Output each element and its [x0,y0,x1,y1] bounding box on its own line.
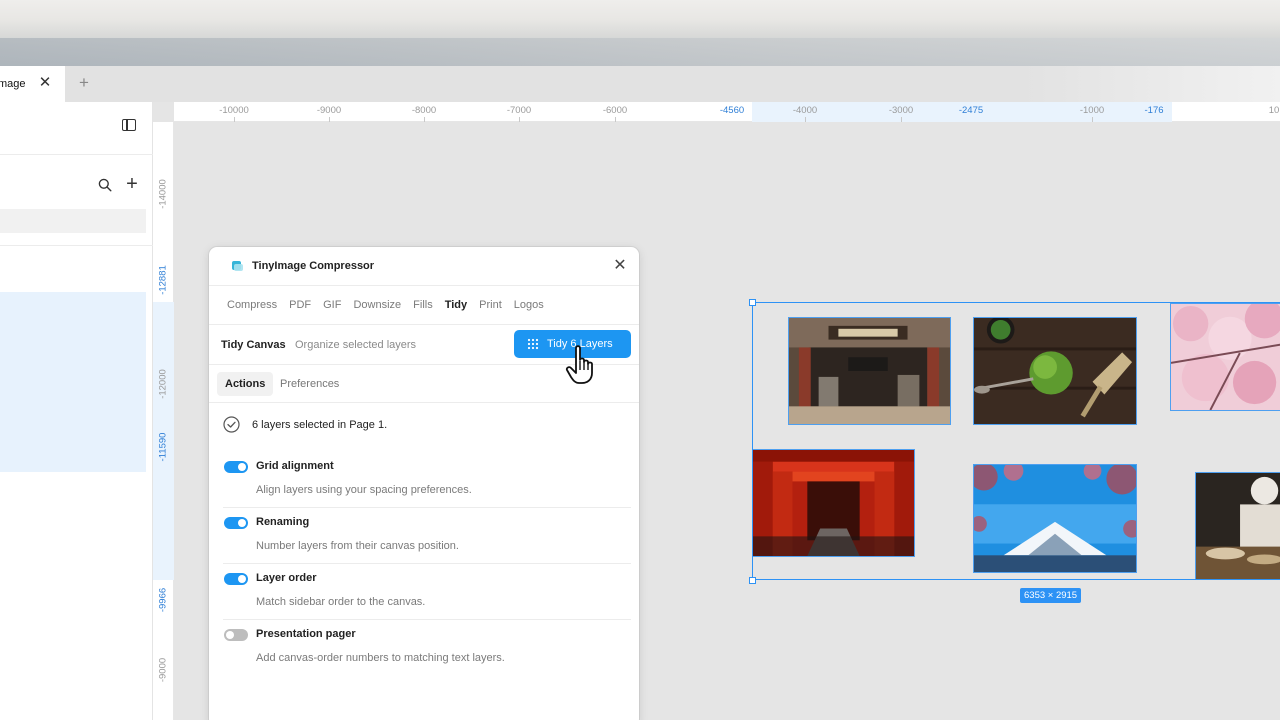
selection-status: 6 layers selected in Page 1. [223,416,387,433]
ruler-label: -6000 [602,105,628,116]
close-icon[interactable]: ✕ [612,258,628,274]
tab-compress[interactable]: Compress [221,286,283,324]
resize-handle-top-left[interactable] [749,299,756,306]
option-title: Layer order [256,572,317,584]
plugin-tabs: Compress PDF GIF Downsize Fills Tidy Pri… [209,286,639,325]
left-sidebar: + [0,102,153,720]
grid-alignment-toggle[interactable] [224,461,248,473]
tabbar-fade [1020,66,1280,102]
ruler-label: -9000 [157,657,169,683]
option-description: Number layers from their canvas position… [256,540,459,552]
horizontal-ruler: -10000 -9000 -8000 -7000 -6000 -4560 -40… [174,102,1280,122]
tab-downsize[interactable]: Downsize [347,286,407,324]
option-presentation-pager: Presentation pager Add canvas-order numb… [223,620,631,676]
plugin-logo-icon [232,261,243,271]
tab-bar: mage ✕ + [0,66,1280,102]
add-page-icon[interactable]: + [124,174,140,194]
search-icon[interactable] [98,178,112,192]
ruler-label: -12000 [157,369,169,399]
option-description: Align layers using your spacing preferen… [256,484,472,496]
subtab-actions[interactable]: Actions [217,372,274,396]
option-description: Match sidebar order to the canvas. [256,596,426,608]
renaming-toggle[interactable] [224,517,248,529]
close-tab-icon[interactable]: ✕ [38,75,52,90]
ruler-label: -1000 [1079,105,1105,116]
option-title: Presentation pager [256,628,356,640]
sidebar-divider [0,154,153,155]
hand-cursor-icon [565,345,593,384]
tab-logos[interactable]: Logos [508,286,550,324]
presentation-pager-toggle[interactable] [224,629,248,641]
tab-print[interactable]: Print [473,286,508,324]
status-text: 6 layers selected in Page 1. [252,418,388,431]
ruler-label: -4000 [792,105,818,116]
toolbar-description: Organize selected layers [295,339,417,351]
grid-icon [527,338,539,350]
ruler-label-selected: -2475 [958,105,984,116]
plugin-header: TinyImage Compressor ✕ [209,247,639,286]
ruler-label: -14000 [157,179,169,209]
selection-size-badge: 6353 × 2915 [1020,588,1082,603]
tab-pdf[interactable]: PDF [283,286,317,324]
new-tab-icon[interactable]: + [76,74,92,91]
ruler-label: -9000 [316,105,342,116]
check-circle-icon [223,416,240,433]
plugin-window: TinyImage Compressor ✕ Compress PDF GIF … [209,247,639,720]
option-title: Grid alignment [256,460,334,472]
page-list-item[interactable] [0,209,146,233]
option-title: Renaming [256,516,310,528]
ruler-label-selected: -11590 [157,432,169,462]
ruler-label: -10000 [219,105,249,116]
tab-gif[interactable]: GIF [317,286,347,324]
ruler-label-selected: -4560 [719,105,745,116]
sidebar-divider [0,245,153,246]
vertical-ruler: -14000 -12881 -12000 -11590 -9966 -9000 [153,122,174,720]
ruler-label: -3000 [888,105,914,116]
ruler-label-selected: -9966 [157,587,169,613]
selected-layers-highlight[interactable] [0,292,146,472]
ruler-label-selected: -12881 [157,265,169,295]
tab-title: mage [0,78,26,90]
subtab-preferences[interactable]: Preferences [272,372,347,396]
plugin-title: TinyImage Compressor [252,260,375,272]
option-renaming: Renaming Number layers from their canvas… [223,508,631,564]
option-layer-order: Layer order Match sidebar order to the c… [223,564,631,620]
ruler-label: -8000 [411,105,437,116]
document-tab[interactable]: mage ✕ [0,66,65,102]
resize-handle-bottom-left[interactable] [749,577,756,584]
toolbar-title: Tidy Canvas [221,339,286,351]
ruler-label: -7000 [506,105,532,116]
ruler-label: 10 [1268,105,1280,116]
option-description: Add canvas-order numbers to matching tex… [256,652,505,664]
desktop-backdrop [0,0,1280,66]
tab-tidy[interactable]: Tidy [439,286,473,324]
selection-box[interactable] [752,302,1280,580]
layer-order-toggle[interactable] [224,573,248,585]
panel-toggle-icon[interactable] [122,119,136,131]
tab-fills[interactable]: Fills [407,286,439,324]
ruler-label-selected: -176 [1144,105,1164,116]
option-grid-alignment: Grid alignment Align layers using your s… [223,452,631,508]
